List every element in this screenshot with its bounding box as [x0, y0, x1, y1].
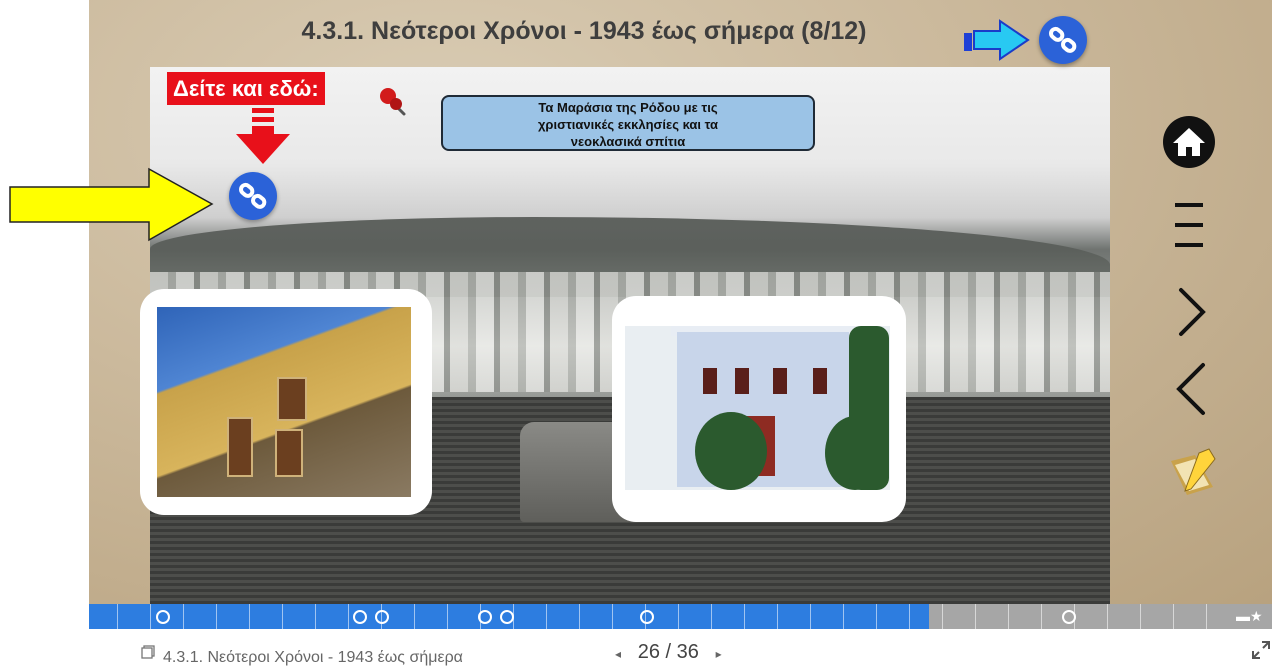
- blue-arrow-right-icon: [964, 19, 1030, 61]
- red-arrow-down-icon: [236, 108, 290, 164]
- page-separator: /: [665, 641, 672, 663]
- link-icon-top[interactable]: [1039, 16, 1087, 64]
- chevron-right-icon[interactable]: [1171, 285, 1211, 340]
- callout-box: Τα Μαράσια της Ρόδου με τις χριστιανικές…: [441, 95, 815, 151]
- current-page: 26: [637, 641, 660, 663]
- progress-bar[interactable]: ▬★: [89, 604, 1272, 629]
- prev-page-button[interactable]: ◂: [615, 647, 621, 661]
- notebook-icon[interactable]: [1165, 447, 1219, 501]
- bookmark-star-icon[interactable]: ▬★: [1236, 608, 1268, 624]
- expand-icon[interactable]: [1251, 640, 1271, 660]
- page-navigator: ◂ 26 / 36 ▸: [615, 641, 722, 664]
- photo-old-house: [157, 307, 411, 497]
- see-also-label: Δείτε και εδώ:: [167, 72, 325, 105]
- progress-marker[interactable]: [375, 610, 389, 624]
- progress-marker[interactable]: [640, 610, 654, 624]
- progress-marker[interactable]: [1062, 610, 1076, 624]
- footer-title: 4.3.1. Νεότεροι Χρόνοι - 1943 έως σήμερα: [163, 649, 463, 666]
- slide-title: 4.3.1. Νεότεροι Χρόνοι - 1943 έως σήμερα…: [301, 17, 867, 45]
- link-icon-left[interactable]: [229, 172, 277, 220]
- document-icon[interactable]: [141, 645, 155, 659]
- next-page-button[interactable]: ▸: [716, 647, 722, 661]
- total-pages: 36: [676, 641, 699, 663]
- home-icon[interactable]: [1161, 114, 1217, 170]
- progress-marker[interactable]: [156, 610, 170, 624]
- progress-marker[interactable]: [353, 610, 367, 624]
- menu-icon[interactable]: [1169, 197, 1209, 255]
- pushpin-icon: [380, 88, 406, 116]
- photo-neoclassical-house: [625, 326, 890, 490]
- callout-line-1: Τα Μαράσια της Ρόδου με τις: [538, 100, 718, 115]
- callout-line-2: χριστιανικές εκκλησίες και τα: [537, 117, 719, 132]
- progress-marker[interactable]: [478, 610, 492, 624]
- thumbnail-neoclassical-house[interactable]: [612, 296, 906, 522]
- callout-line-3: νεοκλασικά σπίτια: [570, 134, 686, 149]
- thumbnail-maraisia-house[interactable]: [140, 289, 432, 515]
- chevron-left-icon[interactable]: [1171, 360, 1211, 418]
- progress-marker[interactable]: [500, 610, 514, 624]
- yellow-arrow-right-icon: [9, 167, 214, 242]
